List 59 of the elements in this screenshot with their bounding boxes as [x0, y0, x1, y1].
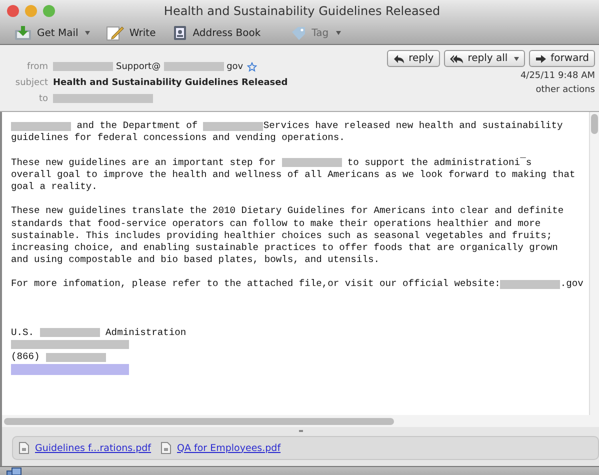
- tag-icon: [290, 26, 307, 40]
- body-text: Services have released new health and sustainability: [263, 120, 563, 132]
- body-text: sustainable. This includes providing healthier choices such as seasonal vegetables and fruits;: [11, 230, 552, 242]
- attachment-link[interactable]: QA for Employees.pdf: [177, 442, 281, 454]
- body-text: increasing choice, and enabling sustainable practices to offer foods that are organically grown: [11, 242, 558, 254]
- body-text: to support the administrationi¯s: [346, 156, 532, 169]
- splitter-handle[interactable]: [298, 430, 302, 432]
- body-text: and using compostable and bio based plates, bowls, and utensils.: [11, 254, 380, 266]
- body-text: guidelines for federal concessions and vending operations.: [11, 132, 345, 144]
- subject-text: Health and Sustainability Guidelines Released: [53, 78, 288, 88]
- subject-label: subject: [14, 78, 48, 88]
- get-mail-button[interactable]: Get Mail: [10, 25, 94, 41]
- scrollbar-thumb[interactable]: [591, 114, 598, 134]
- pencil-icon: [106, 25, 124, 41]
- sender-text: Support@: [116, 62, 161, 72]
- to-label: to: [38, 94, 48, 104]
- right-arrow-icon: [534, 54, 547, 64]
- body-text: These new guidelines are an important step for: [11, 156, 277, 169]
- reply-all-button[interactable]: reply all: [444, 50, 525, 67]
- document-icon: [19, 442, 29, 454]
- close-button[interactable]: [7, 5, 19, 17]
- scrollbar-thumb[interactable]: [4, 418, 394, 424]
- zoom-button[interactable]: [43, 5, 55, 17]
- redaction-bar: [46, 352, 106, 362]
- redaction-bar: [500, 280, 560, 290]
- signature-text: U.S.: [11, 326, 36, 339]
- reply-button[interactable]: reply: [386, 50, 440, 67]
- redaction-bar: [40, 328, 100, 338]
- redaction-bar: [11, 122, 71, 131]
- reply-arrow-icon: [392, 54, 405, 64]
- address-book-button[interactable]: Address Book: [168, 25, 265, 41]
- redaction-bar: [53, 62, 113, 71]
- body-text: overall goal to improve the health and wellness of all Americans as we look forward to making that: [11, 168, 576, 181]
- redaction-bar: [282, 158, 342, 168]
- redaction-bar: [203, 122, 264, 131]
- from-label: from: [26, 62, 48, 72]
- window-title: Health and Sustainability Guidelines Released: [162, 4, 442, 18]
- sender-text: gov: [226, 62, 244, 72]
- signature-text: Administration: [104, 326, 186, 339]
- redaction-bar: [164, 62, 224, 71]
- document-icon: [161, 442, 172, 454]
- download-tray-icon: [14, 25, 32, 41]
- minimize-button[interactable]: [25, 5, 37, 17]
- redacted-link[interactable]: [11, 364, 129, 375]
- body-text: standards that food-service operators can follow to make their operations healthier and more: [11, 218, 541, 230]
- body-text: and the Department of: [76, 120, 199, 132]
- address-book-icon: [172, 25, 188, 41]
- attachment-link[interactable]: Guidelines f...rations.pdf: [35, 442, 152, 454]
- write-button[interactable]: Write: [102, 25, 160, 41]
- body-text: goal a reality.: [11, 180, 98, 194]
- date-text: 4/25/11 9:48 AM: [520, 71, 595, 81]
- body-text: For more infomation, please refer to the attached file,or visit our official website:: [11, 278, 500, 291]
- star-icon[interactable]: [247, 62, 258, 72]
- body-text: These new guidelines translate the 2010 Dietary Guidelines for Americans into clear and definite: [11, 205, 564, 218]
- signature-text: (866): [11, 351, 41, 364]
- other-actions-link[interactable]: other actions: [536, 85, 595, 95]
- forward-button[interactable]: forward: [528, 50, 595, 67]
- double-arrow-icon: [450, 54, 464, 64]
- body-text: .gov: [560, 278, 584, 291]
